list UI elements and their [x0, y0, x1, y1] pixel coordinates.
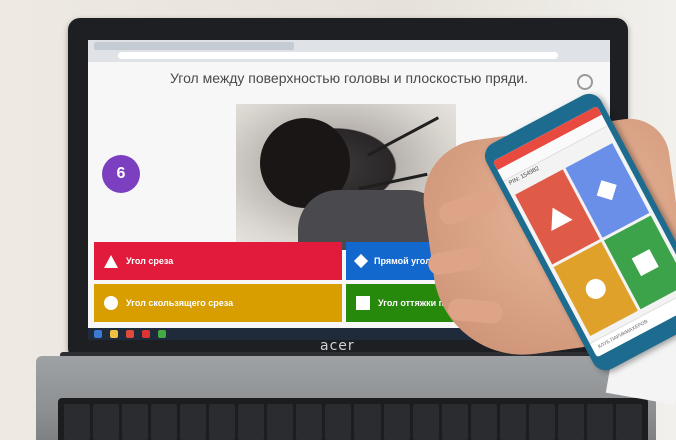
- answer-button-yellow[interactable]: Угол скользящего среза: [94, 284, 342, 322]
- laptop-brand-logo: acer: [320, 338, 355, 354]
- answer-label: Угол скользящего среза: [126, 298, 234, 308]
- address-bar[interactable]: [118, 52, 558, 59]
- answer-button-red[interactable]: Угол среза: [94, 242, 342, 280]
- answer-label: Угол среза: [126, 256, 174, 266]
- app-icon[interactable]: [158, 330, 166, 338]
- triangle-icon: [104, 254, 118, 268]
- square-icon: [356, 296, 370, 310]
- circle-icon: [104, 296, 118, 310]
- start-icon[interactable]: [94, 330, 102, 338]
- browser-icon[interactable]: [126, 330, 134, 338]
- keyboard-keys: [64, 404, 642, 440]
- diamond-icon: [597, 180, 618, 201]
- square-icon: [631, 248, 659, 276]
- countdown-timer: 6: [102, 155, 140, 193]
- settings-icon[interactable]: [577, 74, 593, 90]
- triangle-icon: [541, 202, 573, 232]
- diamond-icon: [353, 253, 369, 269]
- browser-toolbar: [88, 40, 610, 62]
- photo-scene: acer Угол между поверхностью головы и пл…: [0, 0, 676, 440]
- folder-icon[interactable]: [110, 330, 118, 338]
- answer-label: Прямой угол: [374, 256, 431, 266]
- circle-icon: [581, 275, 609, 303]
- browser-tab[interactable]: [94, 42, 294, 50]
- quiz-question: Угол между поверхностью головы и плоскос…: [170, 70, 528, 86]
- opera-icon[interactable]: [142, 330, 150, 338]
